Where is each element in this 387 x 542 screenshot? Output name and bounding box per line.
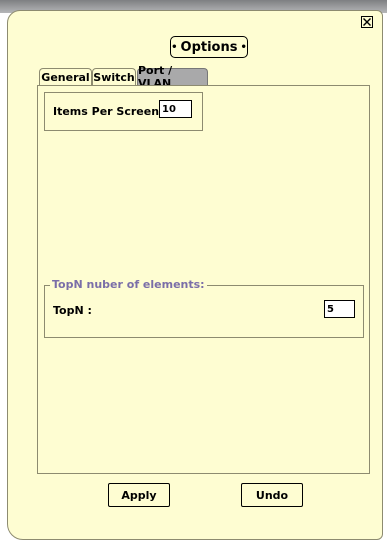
title-bullet-right: • <box>240 41 247 53</box>
undo-button[interactable]: Undo <box>241 483 303 507</box>
dialog-title-text: Options <box>180 39 238 55</box>
close-button[interactable] <box>361 16 373 28</box>
topn-input[interactable] <box>324 300 355 318</box>
topn-label: TopN : <box>53 304 92 317</box>
tab-switch[interactable]: Switch <box>92 68 136 85</box>
topn-group-title: TopN nuber of elements: <box>50 278 207 291</box>
topn-group <box>44 285 364 338</box>
tab-port-vlan[interactable]: Port / VLAN <box>137 64 208 90</box>
items-per-screen-label: Items Per Screen : <box>53 105 168 118</box>
close-x-icon <box>363 18 371 26</box>
items-per-screen-input[interactable] <box>159 100 192 118</box>
apply-button[interactable]: Apply <box>108 483 170 507</box>
title-bullet-left: • <box>171 41 178 53</box>
dialog-title: • Options • <box>170 36 248 58</box>
tab-general[interactable]: General <box>39 68 92 85</box>
